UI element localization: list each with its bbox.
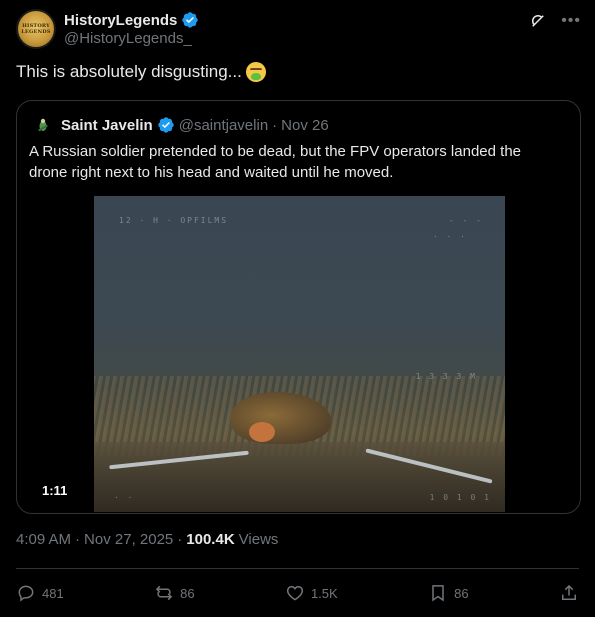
- video-osd-top-left: 12 · H · OPFILMS: [119, 216, 229, 225]
- avatar-logo-text: HISTORY LEGENDS: [21, 23, 51, 35]
- action-bar: 481 86 1.5K 86: [16, 580, 579, 606]
- meta-separator-2: ·: [177, 531, 183, 548]
- bookmark-button[interactable]: 86: [428, 583, 469, 603]
- views-label: Views: [238, 531, 279, 548]
- video-osd-bottom-right: 1 0 1 0 1: [429, 493, 491, 502]
- reply-button[interactable]: 481: [16, 583, 64, 603]
- more-options-icon[interactable]: •••: [561, 12, 581, 30]
- tweet: HISTORY LEGENDS HistoryLegends @HistoryLe…: [0, 0, 595, 617]
- reply-count: 481: [42, 585, 64, 601]
- share-icon: [561, 584, 576, 600]
- quoted-author-avatar: [33, 115, 53, 135]
- video-duration-badge: 1:11: [37, 481, 73, 500]
- quoted-tweet-text: A Russian soldier pretended to be dead, …: [29, 143, 521, 181]
- tweet-header: HISTORY LEGENDS HistoryLegends @HistoryLe…: [16, 8, 581, 50]
- video-osd-top-right: - - -: [448, 216, 483, 225]
- author-display-name[interactable]: HistoryLegends: [64, 12, 177, 29]
- quoted-tweet-header: Saint Javelin @saintjavelin · Nov 26: [33, 115, 329, 135]
- share-button[interactable]: [559, 583, 579, 603]
- video-osd-top-right-2: · · ·: [432, 232, 467, 241]
- quoted-verified-badge-icon: [158, 117, 174, 133]
- tweet-time[interactable]: 4:09 AM: [16, 531, 71, 548]
- author-name-row: HistoryLegends: [64, 11, 199, 29]
- grok-icon[interactable]: [529, 12, 547, 30]
- tweet-date[interactable]: Nov 27, 2025: [84, 531, 173, 548]
- like-button[interactable]: 1.5K: [285, 583, 338, 603]
- reply-icon: [18, 585, 34, 602]
- video-osd-bottom-left: · ·: [114, 493, 135, 502]
- views-count: 100.4K: [186, 531, 235, 548]
- quoted-video[interactable]: 12 · H · OPFILMS - - - · · · 1 3 3 3 M 1…: [94, 196, 505, 512]
- verified-badge-icon: [182, 12, 199, 28]
- author-handle[interactable]: @HistoryLegends_: [64, 30, 199, 47]
- bookmark-icon: [432, 585, 444, 602]
- tweet-meta: 4:09 AM · Nov 27, 2025 · 100.4K Views: [16, 531, 278, 548]
- quoted-handle: @saintjavelin: [178, 116, 269, 134]
- quoted-date: Nov 26: [281, 116, 329, 134]
- nauseated-face-emoji-icon: [245, 62, 266, 82]
- author-names: HistoryLegends @HistoryLegends_: [64, 11, 199, 47]
- quoted-display-name: Saint Javelin: [61, 116, 153, 134]
- repost-icon: [155, 585, 173, 601]
- author-avatar[interactable]: HISTORY LEGENDS: [16, 9, 56, 49]
- tweet-text-content: This is absolutely disgusting...: [16, 62, 242, 81]
- video-osd-mid-right: 1 3 3 3 M: [415, 372, 477, 381]
- tweet-text: This is absolutely disgusting...: [16, 62, 266, 82]
- repost-count: 86: [180, 585, 195, 601]
- meta-separator: ·: [75, 531, 81, 548]
- quoted-tweet-card[interactable]: Saint Javelin @saintjavelin · Nov 26 A R…: [16, 100, 581, 514]
- actions-divider: [16, 568, 579, 569]
- repost-button[interactable]: 86: [154, 583, 195, 603]
- saint-javelin-logo-icon: [38, 118, 48, 132]
- quoted-separator: ·: [272, 116, 278, 134]
- header-actions: •••: [529, 12, 581, 30]
- video-soldier-head: [249, 422, 275, 442]
- heart-icon: [286, 585, 304, 601]
- like-count: 1.5K: [310, 585, 338, 601]
- bookmark-count: 86: [454, 585, 469, 601]
